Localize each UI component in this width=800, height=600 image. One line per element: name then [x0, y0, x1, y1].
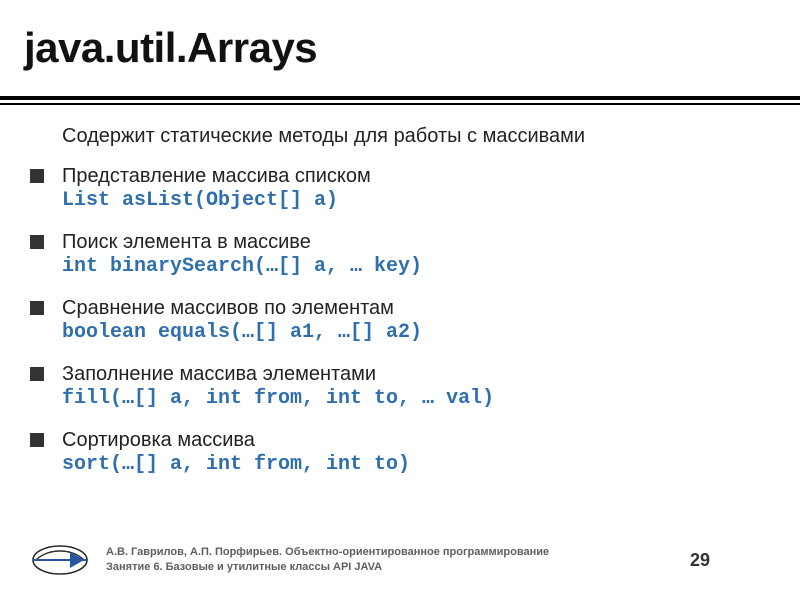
- bullet-icon: [30, 301, 44, 315]
- item-desc: Сравнение массивов по элементам: [62, 296, 772, 320]
- list-item: Сортировка массива sort(…[] a, int from,…: [62, 428, 772, 477]
- item-code: boolean equals(…[] a1, …[] a2): [62, 320, 772, 345]
- footer-text: А.В. Гаврилов, А.П. Порфирьев. Объектно-…: [106, 545, 690, 575]
- page-number: 29: [690, 550, 710, 571]
- item-code: List asList(Object[] a): [62, 188, 772, 213]
- bullet-icon: [30, 433, 44, 447]
- list-item: Представление массива списком List asLis…: [62, 164, 772, 213]
- item-desc: Сортировка массива: [62, 428, 772, 452]
- footer-logo-icon: [30, 542, 90, 578]
- bullet-icon: [30, 367, 44, 381]
- item-desc: Заполнение массива элементами: [62, 362, 772, 386]
- slide-footer: А.В. Гаврилов, А.П. Порфирьев. Объектно-…: [0, 538, 800, 582]
- footer-line: А.В. Гаврилов, А.П. Порфирьев. Объектно-…: [106, 545, 690, 560]
- bullet-icon: [30, 169, 44, 183]
- slide-content: Содержит статические методы для работы с…: [62, 125, 772, 494]
- list-item: Заполнение массива элементами fill(…[] a…: [62, 362, 772, 411]
- slide: java.util.Arrays Содержит статические ме…: [0, 0, 800, 600]
- lead-text: Содержит статические методы для работы с…: [62, 125, 772, 148]
- item-desc: Представление массива списком: [62, 164, 772, 188]
- item-desc: Поиск элемента в массиве: [62, 230, 772, 254]
- bullet-icon: [30, 235, 44, 249]
- item-code: int binarySearch(…[] a, … key): [62, 254, 772, 279]
- title-divider: [0, 96, 800, 106]
- item-code: fill(…[] a, int from, int to, … val): [62, 386, 772, 411]
- footer-line: Занятие 6. Базовые и утилитные классы AP…: [106, 560, 690, 575]
- list-item: Сравнение массивов по элементам boolean …: [62, 296, 772, 345]
- item-code: sort(…[] a, int from, int to): [62, 452, 772, 477]
- page-title: java.util.Arrays: [24, 24, 776, 72]
- list-item: Поиск элемента в массиве int binarySearc…: [62, 230, 772, 279]
